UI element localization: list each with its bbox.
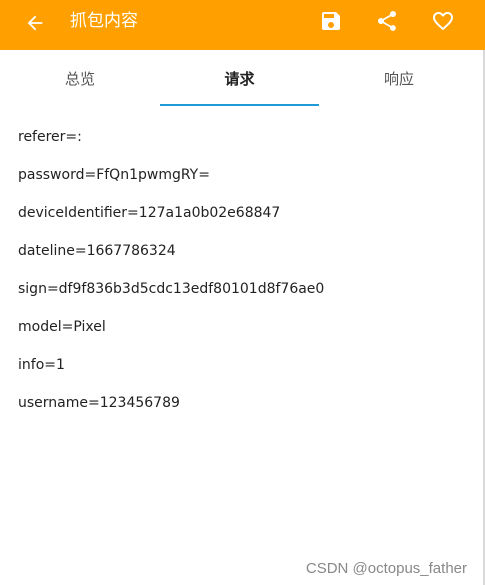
back-arrow-icon <box>27 15 43 31</box>
back-button[interactable] <box>20 8 50 38</box>
app-screen: 抓包内容 总览 请求 响应 referer=: password=FfQn1pw… <box>0 0 485 585</box>
param-referer: referer=: <box>18 129 82 145</box>
page-title: 抓包内容 <box>70 11 138 31</box>
share-icon <box>377 11 396 31</box>
watermark-text: CSDN @octopus_father <box>305 560 467 577</box>
param-dateline: dateline=1667786324 <box>18 243 176 259</box>
tab-response[interactable]: 响应 <box>319 50 479 107</box>
param-username: username=123456789 <box>18 395 180 411</box>
param-sign: sign=df9f836b3d5cdc13edf80101d8f76ae0 <box>18 281 325 297</box>
tab-request[interactable]: 请求 <box>160 50 319 107</box>
share-button[interactable] <box>372 6 402 36</box>
param-password: password=FfQn1pwmgRY= <box>18 167 210 183</box>
active-tab-indicator <box>160 104 319 106</box>
favorite-button[interactable] <box>428 6 458 36</box>
save-button[interactable] <box>316 6 346 36</box>
param-device-identifier: deviceIdentifier=127a1a0b02e68847 <box>18 205 281 221</box>
app-bar: 抓包内容 <box>0 0 485 50</box>
tab-overview[interactable]: 总览 <box>0 50 160 107</box>
param-info: info=1 <box>18 357 65 373</box>
heart-icon <box>433 12 453 31</box>
save-icon <box>322 12 340 30</box>
param-model: model=Pixel <box>18 319 106 335</box>
request-params-list: referer=: password=FfQn1pwmgRY= deviceId… <box>18 124 473 428</box>
tab-bar: 总览 请求 响应 <box>0 50 483 107</box>
